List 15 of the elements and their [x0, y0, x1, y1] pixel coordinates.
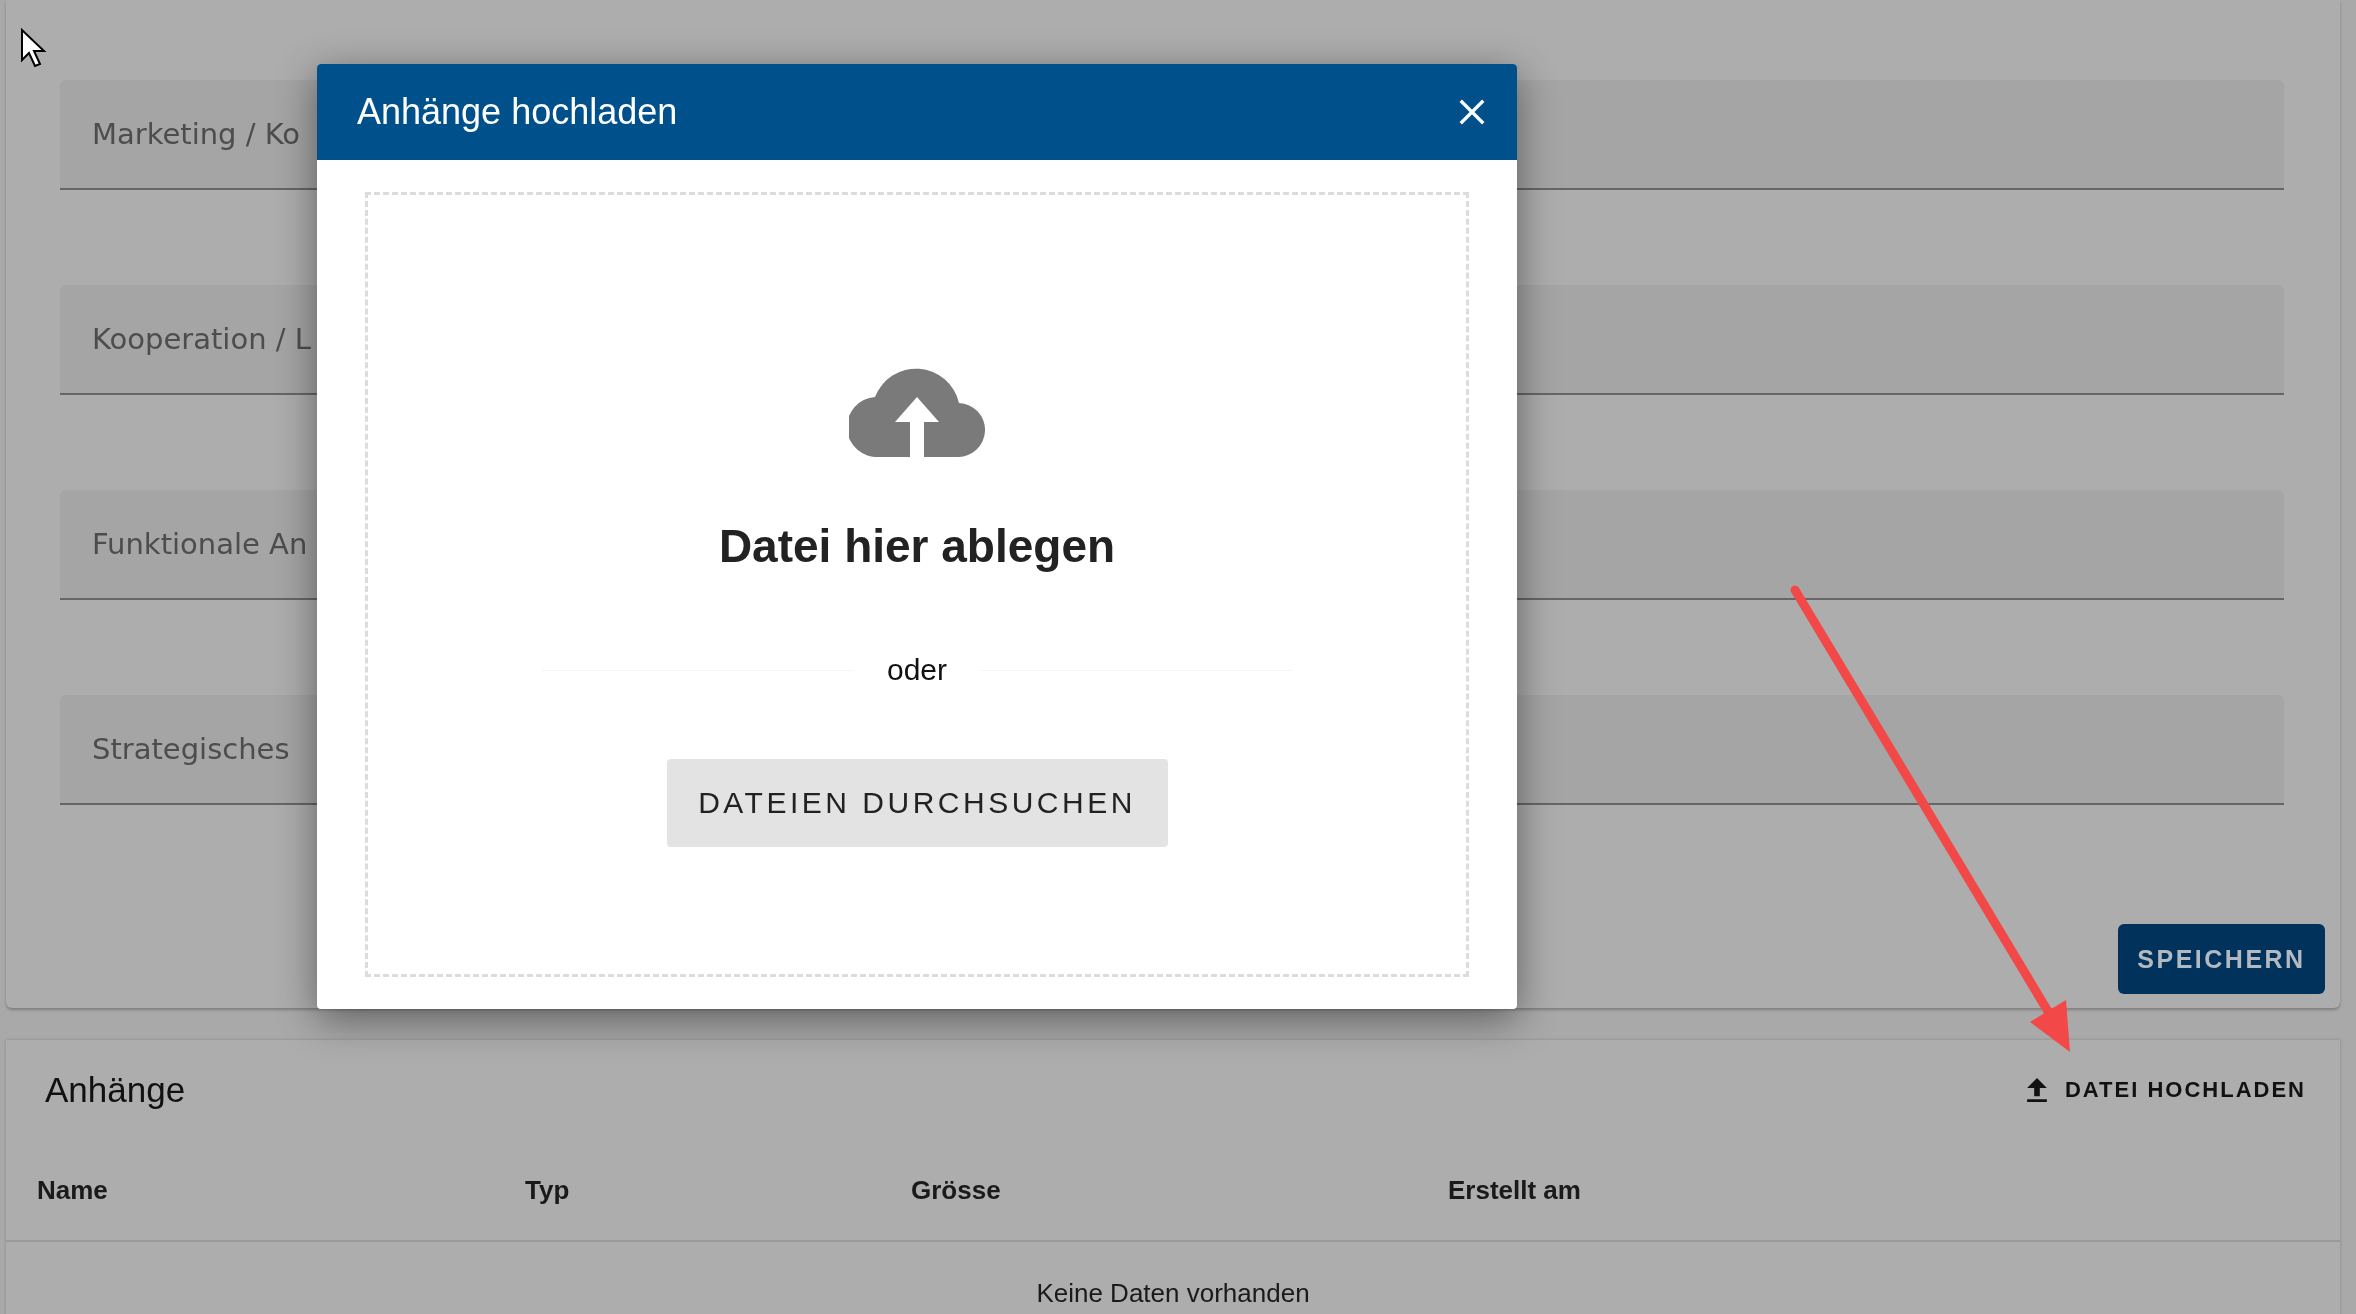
section-title: Anhänge: [45, 1070, 186, 1110]
cursor-icon: [21, 27, 47, 68]
column-header: Grösse: [911, 1174, 1001, 1206]
column-header: Erstellt am: [1448, 1174, 1581, 1206]
upload-icon: [2026, 1078, 2047, 1102]
upload-button[interactable]: DATEI HOCHLADEN: [2020, 1076, 2312, 1104]
dialog-title: Anhänge hochladen: [357, 91, 678, 133]
drop-heading: Datei hier ablegen: [718, 519, 1116, 573]
drop-zone[interactable]: Datei hier ablegen oder DATEIEN DURCHSUCHEN: [365, 192, 1469, 977]
close-icon: [1457, 97, 1487, 127]
save-button[interactable]: SPEICHERN: [2118, 924, 2325, 994]
browse-button[interactable]: DATEIEN DURCHSUCHEN: [666, 759, 1168, 847]
empty-message: Keine Daten vorhanden: [1035, 1277, 1311, 1309]
column-header: Typ: [525, 1174, 570, 1206]
column-header: Name: [37, 1174, 108, 1206]
